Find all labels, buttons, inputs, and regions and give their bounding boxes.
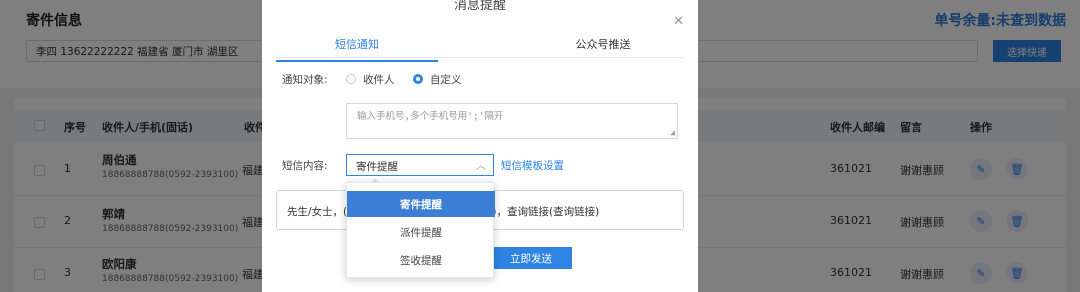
option-signed-reminder[interactable]: 签收提醒	[347, 247, 495, 273]
phone-input[interactable]: 输入手机号,多个手机号用';'隔开 ◢	[346, 103, 678, 139]
phone-input-placeholder: 输入手机号,多个手机号用';'隔开	[357, 111, 504, 122]
template-settings-link[interactable]: 短信模板设置	[501, 158, 564, 173]
template-select-value: 寄件提醒	[356, 161, 398, 173]
tab-divider	[276, 57, 684, 58]
chevron-up-icon: ︿	[476, 161, 486, 172]
radio-receiver[interactable]	[346, 74, 356, 84]
option-pickup-reminder[interactable]: 寄件提醒	[347, 191, 495, 217]
content-label: 短信内容:	[282, 160, 328, 172]
modal-title: 消息提醒	[453, 0, 506, 13]
resize-handle-icon[interactable]: ◢	[670, 128, 675, 137]
tab-sms-notice[interactable]: 短信通知	[276, 36, 438, 62]
notify-target-label: 通知对象:	[282, 74, 328, 86]
template-select[interactable]: 寄件提醒 ︿	[346, 154, 494, 176]
send-now-button[interactable]: 立即发送	[490, 247, 572, 269]
radio-receiver-label[interactable]: 收件人	[363, 72, 395, 87]
radio-custom-label[interactable]: 自定义	[430, 72, 462, 87]
radio-custom[interactable]	[413, 74, 423, 84]
template-dropdown: 寄件提醒 派件提醒 签收提醒	[346, 182, 495, 278]
preview-text-start: 先生/女士，(	[287, 206, 348, 218]
option-delivery-reminder[interactable]: 派件提醒	[347, 219, 495, 245]
close-icon[interactable]: ✕	[673, 14, 684, 29]
